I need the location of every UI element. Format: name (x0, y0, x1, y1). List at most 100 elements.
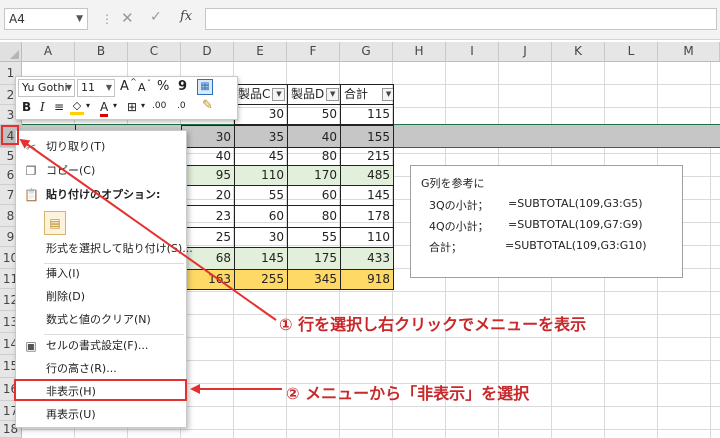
cell-f4[interactable]: 40 (287, 125, 341, 148)
cell-g6[interactable]: 485 (340, 165, 394, 186)
cell-e6[interactable]: 110 (234, 165, 288, 186)
decrease-font-icon[interactable]: A (138, 81, 146, 94)
header-cell-f[interactable]: 製品D ▼ (287, 84, 341, 105)
cell-g9[interactable]: 110 (340, 227, 394, 248)
menu-item-paste-special[interactable]: 形式を選択して貼り付け(S)... (16, 239, 193, 259)
cell-f5[interactable]: 80 (287, 147, 341, 166)
cell-d7[interactable]: 20 (181, 185, 235, 206)
cell-g7[interactable]: 145 (340, 185, 394, 206)
cell-f7[interactable]: 60 (287, 185, 341, 206)
menu-item-row-height[interactable]: 行の高さ(R)... (16, 359, 186, 379)
cell-d5[interactable]: 40 (181, 147, 235, 166)
cell-f11[interactable]: 345 (287, 269, 341, 290)
comma-style-icon[interactable]: 9 (178, 79, 187, 94)
cell-e3[interactable]: 30 (234, 104, 288, 125)
decrease-decimal-icon[interactable]: .0 (177, 101, 186, 111)
cell-f6[interactable]: 170 (287, 165, 341, 186)
chevron-down-icon[interactable]: ▾ (86, 101, 90, 110)
cell-d11[interactable]: 163 (181, 269, 235, 290)
cell-g5[interactable]: 215 (340, 147, 394, 166)
increase-decimal-icon[interactable]: .00 (152, 101, 166, 111)
percent-icon[interactable]: % (157, 79, 169, 94)
col-header-f[interactable]: F (287, 42, 340, 62)
menu-label: セルの書式設定(F)... (46, 339, 149, 352)
font-size-select[interactable]: 11 ▼ (77, 79, 115, 97)
cell-f10[interactable]: 175 (287, 247, 341, 270)
menu-item-copy[interactable]: ❐ コピー(C) (16, 161, 186, 181)
increase-font-icon[interactable]: A (120, 79, 129, 94)
col-header-b[interactable]: B (75, 42, 128, 62)
cell-d6[interactable]: 95 (181, 165, 235, 186)
grip-icon: ⋮ (101, 12, 113, 26)
insert-function-icon[interactable]: fx (180, 9, 192, 24)
chevron-down-icon[interactable]: ▼ (76, 9, 83, 29)
cell-e11[interactable]: 255 (234, 269, 288, 290)
menu-item-format-cells[interactable]: ▣ セルの書式設定(F)... (16, 336, 186, 356)
col-header-e[interactable]: E (234, 42, 287, 62)
borders-icon[interactable]: ⊞ (127, 100, 137, 114)
cell-g3[interactable]: 115 (340, 104, 394, 125)
cell-e5[interactable]: 45 (234, 147, 288, 166)
fill-color-icon[interactable]: ◇ (70, 99, 84, 115)
select-all-corner[interactable] (0, 42, 22, 62)
col-header-k[interactable]: K (552, 42, 605, 62)
note-label-total: 合計； (429, 241, 462, 254)
note-formula-3q: =SUBTOTAL(109,G3:G5) (508, 197, 643, 210)
col-header-c[interactable]: C (128, 42, 181, 62)
filter-dropdown-icon[interactable]: ▼ (272, 88, 286, 101)
bold-icon[interactable]: B (22, 100, 31, 114)
menu-item-insert[interactable]: 挿入(I) (16, 264, 186, 284)
col-header-l[interactable]: L (605, 42, 658, 62)
cell-f3[interactable]: 50 (287, 104, 341, 125)
font-color-icon[interactable]: A (100, 100, 109, 117)
filter-dropdown-icon[interactable]: ▼ (326, 88, 340, 101)
cell-g8[interactable]: 178 (340, 205, 394, 228)
note-formula-4q: =SUBTOTAL(109,G7:G9) (508, 218, 643, 231)
menu-item-cut[interactable]: ✂ 切り取り(T) (16, 137, 186, 157)
menu-label: 挿入(I) (46, 267, 80, 280)
col-header-d[interactable]: D (181, 42, 234, 62)
header-cell-g[interactable]: 合計 ▼ (340, 84, 394, 105)
cell-f9[interactable]: 55 (287, 227, 341, 248)
col-header-i[interactable]: I (446, 42, 499, 62)
menu-label: 切り取り(T) (46, 140, 106, 153)
note-textbox[interactable]: G列を参考に 3Qの小計； =SUBTOTAL(109,G3:G5) 4Qの小計… (410, 165, 683, 278)
caret-up-icon: ^ (130, 77, 137, 86)
menu-item-unhide[interactable]: 再表示(U) (16, 405, 186, 425)
cancel-icon[interactable]: ✕ (121, 9, 134, 27)
col-header-g[interactable]: G (340, 42, 393, 62)
cell-g10[interactable]: 433 (340, 247, 394, 270)
filter-dropdown-icon[interactable]: ▼ (382, 88, 393, 101)
italic-icon[interactable]: I (40, 100, 45, 114)
format-table-icon[interactable]: ▦ (197, 79, 213, 95)
chevron-down-icon[interactable]: ▼ (106, 80, 112, 96)
align-center-icon[interactable]: ≡ (54, 100, 64, 114)
cell-f8[interactable]: 80 (287, 205, 341, 228)
format-painter-icon[interactable]: ✎ (202, 98, 213, 113)
cell-e4[interactable]: 35 (234, 125, 288, 148)
name-box-value: A4 (9, 12, 25, 26)
col-header-h[interactable]: H (393, 42, 446, 62)
paste-icon[interactable]: ▤ (44, 211, 66, 235)
cell-e9[interactable]: 30 (234, 227, 288, 248)
menu-item-delete[interactable]: 削除(D) (16, 287, 186, 307)
formula-input[interactable] (205, 8, 717, 30)
header-cell-e[interactable]: 製品C ▼ (234, 84, 288, 105)
cell-g4[interactable]: 155 (340, 125, 394, 148)
chevron-down-icon[interactable]: ▾ (141, 101, 145, 110)
cell-e10[interactable]: 145 (234, 247, 288, 270)
chevron-down-icon[interactable]: ▾ (113, 101, 117, 110)
col-header-m[interactable]: M (658, 42, 720, 62)
chevron-down-icon[interactable]: ▼ (66, 80, 72, 96)
name-box[interactable]: A4 ▼ (4, 8, 88, 30)
cell-d4[interactable]: 30 (181, 125, 235, 148)
font-name-select[interactable]: Yu Gothi ▼ (18, 79, 75, 97)
cell-g11[interactable]: 918 (340, 269, 394, 290)
menu-item-clear-contents[interactable]: 数式と値のクリア(N) (16, 310, 186, 330)
cell-e7[interactable]: 55 (234, 185, 288, 206)
enter-icon[interactable]: ✓ (150, 9, 162, 25)
cell-d8[interactable]: 23 (181, 205, 235, 228)
col-header-a[interactable]: A (22, 42, 75, 62)
col-header-j[interactable]: J (499, 42, 552, 62)
cell-e8[interactable]: 60 (234, 205, 288, 228)
